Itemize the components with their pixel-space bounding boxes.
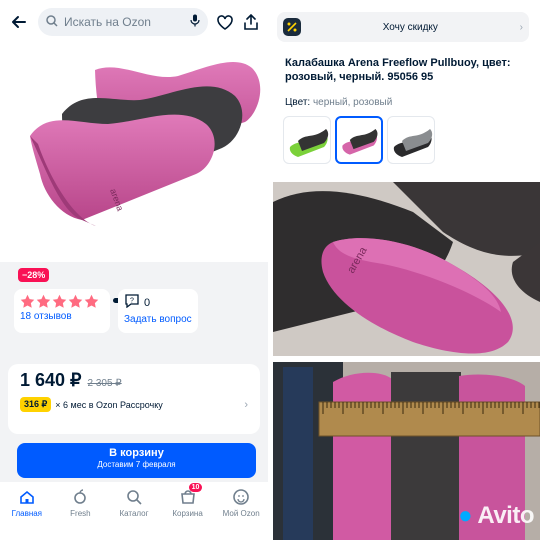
catalog-icon (125, 488, 143, 506)
back-arrow-icon[interactable] (8, 11, 30, 33)
ask-question-link[interactable]: Задать вопрос (124, 314, 192, 325)
questions-block[interactable]: ? 0 Задать вопрос (118, 289, 198, 333)
product-image: arena (30, 62, 261, 226)
ozon-product-screen: Искать на Ozon arena −28% 18 отзывов ? 0… (0, 0, 268, 540)
color-line: Цвет: черный, розовый (285, 97, 392, 108)
add-to-cart-button[interactable]: В корзину Доставим 7 февраля (17, 443, 256, 478)
tab-profile[interactable]: Мой Ozon (216, 488, 266, 540)
chevron-right-icon: › (519, 21, 523, 33)
star-icon (52, 294, 67, 308)
svg-text:?: ? (130, 298, 134, 305)
tab-cart[interactable]: Корзина 10 (163, 483, 213, 540)
heart-icon[interactable] (216, 13, 234, 31)
product-title: Калабашка Arena Freeflow Pullbuoy, цвет:… (285, 57, 511, 83)
profile-icon (232, 488, 250, 506)
home-icon (18, 488, 36, 506)
watermark-text: Avito (477, 502, 534, 529)
cart-button-label: В корзину (109, 447, 164, 459)
tab-catalog[interactable]: Каталог (109, 488, 159, 540)
discount-icon (283, 18, 301, 36)
questions-count: 0 (144, 296, 151, 309)
swatch-green-black[interactable] (283, 116, 331, 164)
tab-label: Мой Ozon (222, 509, 260, 518)
product-info-screen: Хочу скидку › Калабашка Arena Freeflow P… (273, 0, 540, 178)
star-icon (84, 294, 99, 308)
want-discount-label: Хочу скидку (382, 21, 438, 33)
product-photo-ruler: ● Avito (273, 362, 540, 540)
color-swatches (283, 116, 435, 164)
color-value: черный, розовый (312, 97, 393, 108)
installment-amount: 316 ₽ (20, 397, 52, 412)
question-icon: ? (124, 294, 140, 311)
collage: Искать на Ozon arena −28% 18 отзывов ? 0… (0, 0, 540, 540)
bottom-tab-bar: Главная Fresh Каталог Корзина 10 Мой Ozon (0, 482, 268, 540)
price-block: 1 640 ₽ 2 305 ₽ 316 ₽ × 6 мес в Ozon Рас… (8, 364, 260, 434)
reviews-link[interactable]: 18 отзывов (20, 311, 104, 322)
tab-label: Корзина (172, 509, 203, 518)
chevron-right-icon: › (244, 398, 248, 411)
swatch-pink-black[interactable] (335, 116, 383, 164)
old-price: 2 305 ₽ (87, 378, 122, 389)
cart-count-badge: 10 (188, 483, 203, 492)
avito-watermark: ● Avito (458, 502, 534, 529)
tab-home[interactable]: Главная (2, 488, 52, 540)
tab-label: Fresh (70, 509, 91, 518)
tab-fresh[interactable]: Fresh (55, 488, 105, 540)
delivery-date: Доставим 7 февраля (97, 460, 176, 469)
tab-label: Главная (11, 509, 43, 518)
search-bar: Искать на Ozon (0, 0, 268, 44)
installment-text: × 6 мес в Ozon Рассрочку (55, 399, 163, 410)
rating-block[interactable]: 18 отзывов (14, 289, 110, 333)
installment-row[interactable]: 316 ₽ × 6 мес в Ozon Рассрочку › (20, 397, 248, 412)
tab-label: Каталог (119, 509, 149, 518)
star-icon (36, 294, 51, 308)
discount-badge: −28% (18, 268, 50, 282)
star-icon (20, 294, 35, 308)
microphone-icon[interactable] (190, 14, 200, 30)
search-placeholder: Искать на Ozon (64, 15, 151, 29)
share-icon[interactable] (242, 13, 260, 31)
swatch-black-grey[interactable] (387, 116, 435, 164)
star-rating (20, 294, 104, 309)
product-image-gallery[interactable]: arena (0, 44, 268, 303)
product-photo-closeup: arena (273, 182, 540, 356)
search-icon (46, 14, 58, 30)
star-icon (68, 294, 83, 308)
current-price: 1 640 ₽ (20, 370, 82, 390)
fresh-icon (71, 488, 89, 506)
search-input[interactable]: Искать на Ozon (38, 8, 208, 36)
color-label: Цвет: (285, 97, 311, 108)
want-discount-button[interactable]: Хочу скидку › (277, 12, 529, 42)
